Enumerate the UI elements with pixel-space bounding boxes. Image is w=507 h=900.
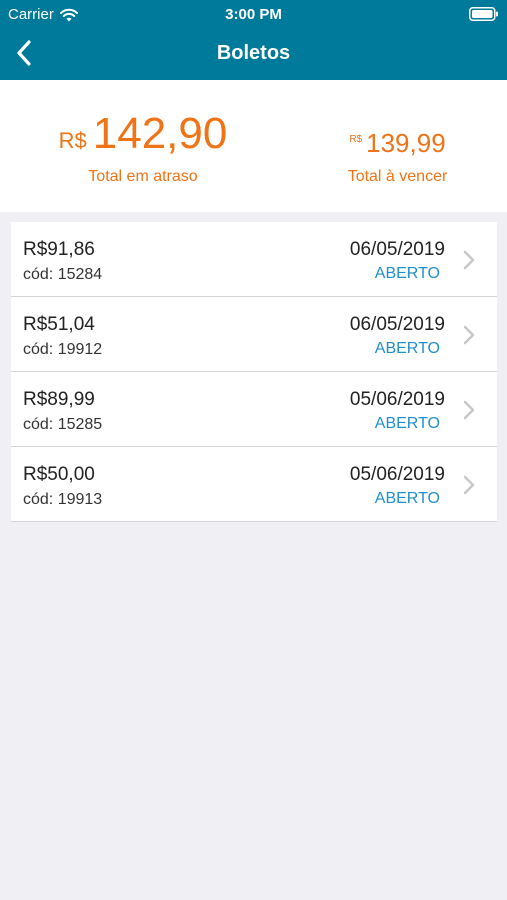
app-header: Carrier 3:00 PM Boletos bbox=[0, 0, 507, 80]
boleto-status: ABERTO bbox=[374, 415, 440, 432]
boleto-value: R$89,99 bbox=[23, 389, 95, 410]
boleto-value: R$50,00 bbox=[23, 464, 95, 485]
battery-icon bbox=[469, 7, 498, 21]
boleto-value: R$91,86 bbox=[23, 239, 95, 260]
upcoming-currency: R$ bbox=[349, 134, 363, 145]
boleto-row[interactable]: R$51,04 cód: 19912 06/05/2019 ABERTO bbox=[11, 297, 497, 372]
boleto-code: cód: 19913 bbox=[23, 491, 103, 508]
boleto-due-date: 06/05/2019 bbox=[349, 239, 445, 260]
boleto-due-date: 05/06/2019 bbox=[349, 389, 445, 410]
boleto-row[interactable]: R$50,00 cód: 19913 05/06/2019 ABERTO bbox=[11, 447, 497, 522]
chevron-right-icon bbox=[463, 400, 475, 420]
boleto-status: ABERTO bbox=[374, 490, 440, 507]
overdue-amount: 142,90 bbox=[92, 109, 228, 158]
boleto-code: cód: 15285 bbox=[23, 416, 103, 433]
totals-summary: R$ 142,90 Total em atraso R$ 139,99 Tota… bbox=[0, 80, 507, 212]
boleto-status: ABERTO bbox=[374, 265, 440, 282]
boleto-row[interactable]: R$91,86 cód: 15284 06/05/2019 ABERTO bbox=[11, 222, 497, 297]
boletos-list: R$91,86 cód: 15284 06/05/2019 ABERTO R$5… bbox=[11, 222, 497, 522]
boleto-value: R$51,04 bbox=[23, 314, 95, 335]
upcoming-total: R$ 139,99 Total à vencer bbox=[330, 128, 465, 186]
boleto-status: ABERTO bbox=[374, 340, 440, 357]
boleto-row[interactable]: R$89,99 cód: 15285 05/06/2019 ABERTO bbox=[11, 372, 497, 447]
overdue-currency: R$ bbox=[58, 128, 87, 153]
boleto-code: cód: 15284 bbox=[23, 266, 103, 283]
upcoming-amount-row: R$ 139,99 bbox=[330, 128, 465, 158]
navigation-bar: Boletos bbox=[0, 28, 507, 80]
page-title: Boletos bbox=[216, 42, 291, 64]
chevron-right-icon bbox=[463, 475, 475, 495]
overdue-amount-row: R$ 142,90 bbox=[48, 110, 238, 158]
overdue-total: R$ 142,90 Total em atraso bbox=[48, 110, 238, 186]
status-bar: Carrier 3:00 PM bbox=[0, 0, 507, 28]
overdue-label: Total em atraso bbox=[88, 168, 198, 185]
boleto-code: cód: 19912 bbox=[23, 341, 103, 358]
boleto-due-date: 06/05/2019 bbox=[349, 314, 445, 335]
upcoming-label: Total à vencer bbox=[347, 168, 448, 185]
status-time: 3:00 PM bbox=[225, 6, 282, 23]
chevron-right-icon bbox=[463, 325, 475, 345]
chevron-right-icon bbox=[463, 250, 475, 270]
boleto-due-date: 05/06/2019 bbox=[349, 464, 445, 485]
upcoming-amount: 139,99 bbox=[366, 128, 446, 158]
